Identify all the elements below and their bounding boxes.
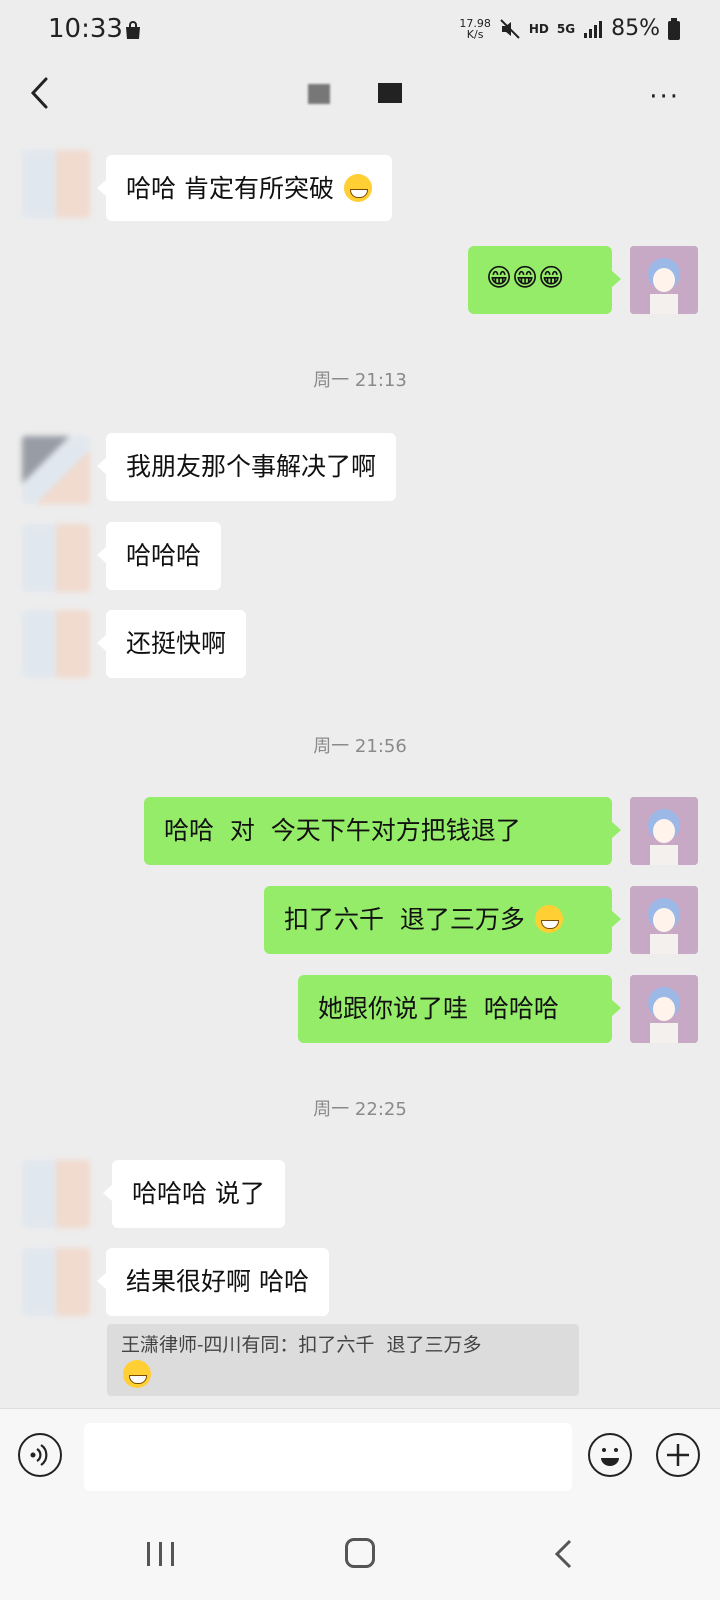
quoted-message-text: 王潇律师-四川有同：扣了六千 退了三万多: [121, 1334, 482, 1356]
signal-icon: [584, 20, 603, 38]
clock: 10:33: [48, 14, 123, 44]
message-bubble-out[interactable]: 😁😁😁: [468, 246, 621, 314]
back-icon[interactable]: [26, 76, 56, 110]
contact-avatar[interactable]: [22, 436, 90, 504]
emoji-grinning-face-icon: [123, 1360, 151, 1388]
message-timestamp: 周一 21:13: [313, 370, 407, 391]
system-navigation-bar: [0, 1514, 720, 1600]
message-bubble-out[interactable]: 扣了六千 退了三万多: [264, 886, 621, 954]
message-text: 😁😁😁: [486, 263, 565, 292]
smiley-icon: [601, 1448, 619, 1466]
contact-avatar[interactable]: [22, 1160, 90, 1228]
anime-character-avatar-icon: [630, 246, 698, 314]
contact-avatar[interactable]: [22, 1248, 90, 1316]
network-speed: 17.98 K/s: [459, 18, 491, 40]
message-text: 哈哈哈 说了: [132, 1179, 265, 1208]
message-text: 我朋友那个事解决了啊: [126, 452, 377, 481]
emoji-saluting-face-icon: [343, 174, 372, 202]
message-text: 她跟你说了哇 哈哈哈: [318, 994, 559, 1023]
quoted-message[interactable]: 王潇律师-四川有同：扣了六千 退了三万多: [107, 1324, 579, 1396]
emoji-button[interactable]: [588, 1433, 632, 1477]
shopping-bag-icon: [126, 21, 140, 39]
network-speed-unit: K/s: [466, 27, 484, 41]
network-speed-value: 17.98: [459, 16, 491, 30]
more-functions-button[interactable]: [656, 1433, 700, 1477]
message-bubble-in[interactable]: 结果很好啊 哈哈: [97, 1248, 329, 1316]
message-bubble-in[interactable]: 还挺快啊: [96, 610, 247, 678]
plus-icon: [667, 1444, 689, 1466]
status-icons: 17.98 K/s HD 5G 85%: [459, 16, 680, 41]
network-type: 5G: [556, 21, 576, 36]
battery-percent: 85%: [611, 16, 660, 41]
anime-character-avatar-icon: [630, 975, 698, 1043]
message-bubble-in[interactable]: 哈哈哈: [96, 522, 222, 590]
mute-icon: [500, 18, 520, 39]
battery-icon: [668, 17, 680, 40]
message-text: 扣了六千 退了三万多: [284, 905, 525, 934]
message-bubble-out[interactable]: 她跟你说了哇 哈哈哈: [298, 975, 621, 1043]
chat-header: ···: [0, 64, 720, 124]
emoji-grinning-face-icon: [534, 905, 563, 933]
message-input[interactable]: [84, 1423, 572, 1491]
more-options-button[interactable]: ···: [649, 82, 680, 112]
voice-icon: [30, 1444, 48, 1466]
contact-avatar[interactable]: [22, 524, 90, 592]
message-text: 哈哈 肯定有所突破: [126, 174, 334, 203]
message-text: 还挺快啊: [126, 629, 227, 658]
recent-apps-icon[interactable]: [144, 1540, 178, 1568]
contact-avatar[interactable]: [22, 150, 90, 218]
message-text: 结果很好啊 哈哈: [126, 1267, 309, 1296]
message-timestamp: 周一 22:25: [313, 1099, 407, 1120]
status-bar: 10:33 17.98 K/s HD 5G 85%: [0, 0, 720, 64]
contact-avatar[interactable]: [22, 610, 90, 678]
system-back-icon[interactable]: [552, 1538, 576, 1570]
chat-title-redacted: [308, 84, 330, 104]
voice-input-button[interactable]: [18, 1433, 62, 1477]
chat-title-redacted-2: [378, 83, 402, 103]
message-text: 哈哈哈: [126, 541, 202, 570]
message-text: 哈哈 对 今天下午对方把钱退了: [164, 816, 521, 845]
home-icon[interactable]: [345, 1538, 375, 1568]
hd-label: HD: [528, 21, 549, 36]
message-bubble-in[interactable]: 我朋友那个事解决了啊: [96, 433, 397, 501]
my-avatar[interactable]: [630, 975, 698, 1043]
anime-character-avatar-icon: [630, 886, 698, 954]
input-bar: [0, 1408, 720, 1515]
message-bubble-in[interactable]: 哈哈 肯定有所突破: [97, 155, 392, 221]
message-timestamp: 周一 21:56: [313, 736, 407, 757]
my-avatar[interactable]: [630, 246, 698, 314]
message-bubble-out[interactable]: 哈哈 对 今天下午对方把钱退了: [144, 797, 621, 865]
message-bubble-in[interactable]: 哈哈哈 说了: [103, 1160, 285, 1228]
my-avatar[interactable]: [630, 886, 698, 954]
anime-character-avatar-icon: [630, 797, 698, 865]
my-avatar[interactable]: [630, 797, 698, 865]
